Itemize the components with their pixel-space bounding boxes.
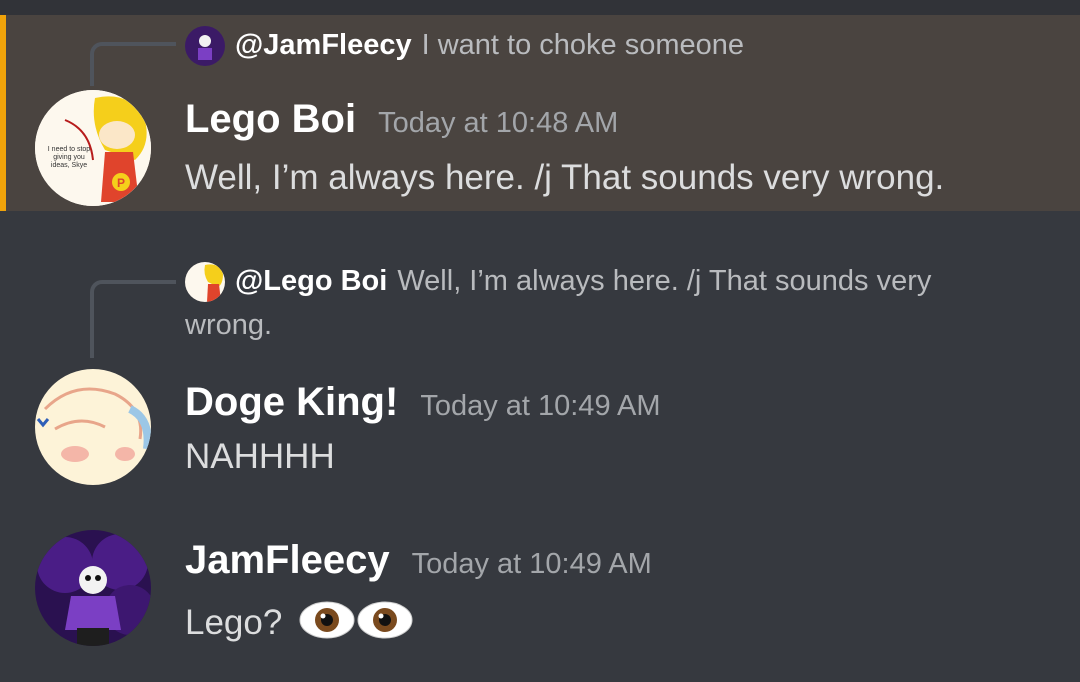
author-name[interactable]: Lego Boi — [185, 97, 356, 141]
eyes-emoji[interactable] — [298, 598, 414, 651]
message-text: Well, I’m always here. /j That sounds ve… — [185, 158, 945, 197]
jamfleecy-mini-avatar[interactable] — [185, 26, 225, 67]
message-text: Lego? — [185, 602, 283, 642]
reply-text-continued[interactable]: wrong. — [185, 304, 272, 346]
lego-boi-mini-avatar[interactable] — [185, 262, 225, 303]
reply-text[interactable]: Well, I’m always here. /j That sounds ve… — [397, 265, 931, 297]
reply-author[interactable]: @Lego Boi — [235, 265, 387, 297]
avatar-caption: I need to stop giving you ideas, Skye — [47, 146, 91, 169]
svg-text:P: P — [117, 176, 125, 190]
doge-king-avatar[interactable] — [35, 369, 151, 485]
message-text: NAHHHH — [185, 437, 335, 476]
reply-text[interactable]: I want to choke someone — [422, 29, 744, 61]
message-lego-boi[interactable]: @JamFleecy I want to choke someone P I ne… — [0, 15, 1080, 211]
message-header: JamFleecy Today at 10:49 AM — [185, 538, 652, 583]
timestamp[interactable]: Today at 10:49 AM — [412, 548, 652, 580]
message-doge-king[interactable]: @Lego Boi Well, I’m always here. /j That … — [0, 252, 1080, 492]
message-header: Lego Boi Today at 10:48 AM — [185, 97, 618, 142]
reply-spine — [90, 42, 176, 86]
lego-boi-avatar[interactable]: P I need to stop giving you ideas, Skye — [35, 90, 151, 206]
timestamp[interactable]: Today at 10:48 AM — [378, 107, 618, 139]
reply-preview[interactable]: @JamFleecy I want to choke someone — [185, 24, 744, 67]
message-jamfleecy[interactable]: JamFleecy Today at 10:49 AM Lego? — [0, 520, 1080, 660]
reply-preview[interactable]: @Lego Boi Well, I’m always here. /j That … — [185, 260, 931, 303]
message-header: Doge King! Today at 10:49 AM — [185, 380, 661, 425]
top-strip — [0, 0, 1080, 15]
jamfleecy-avatar[interactable] — [35, 530, 151, 646]
author-name[interactable]: Doge King! — [185, 380, 398, 424]
author-name[interactable]: JamFleecy — [185, 538, 390, 582]
timestamp[interactable]: Today at 10:49 AM — [420, 390, 660, 422]
reply-author[interactable]: @JamFleecy — [235, 29, 412, 61]
reply-spine — [90, 280, 176, 358]
message-body: Lego? — [185, 598, 414, 651]
